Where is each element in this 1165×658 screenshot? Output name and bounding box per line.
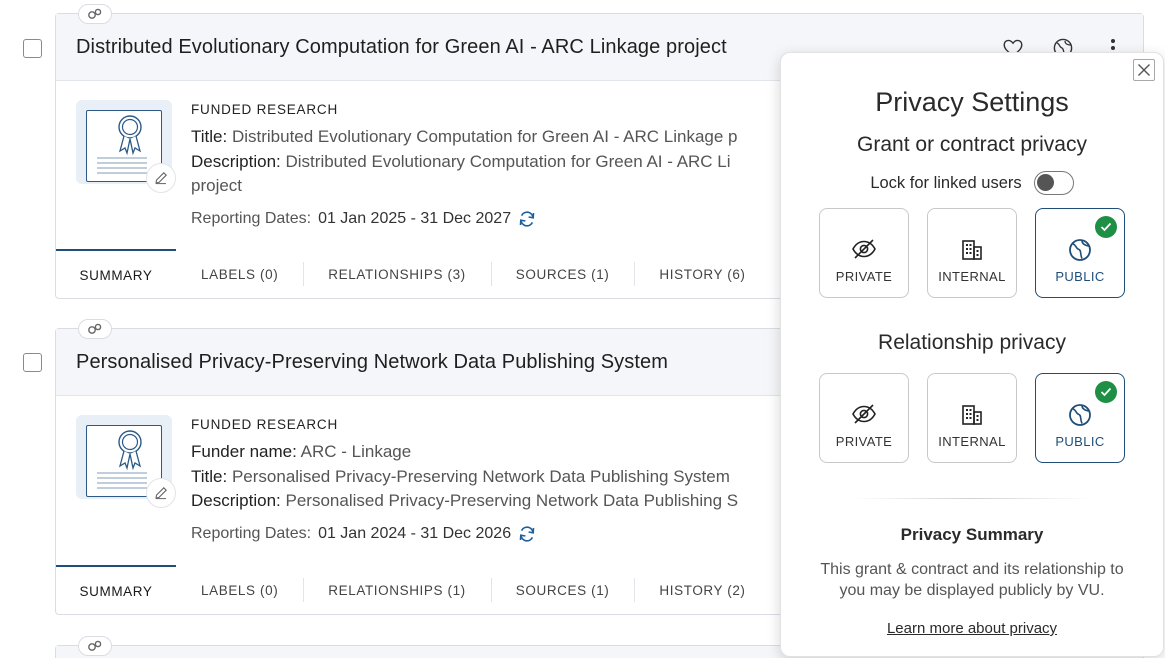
grant-privacy-public-option[interactable]: PUBLIC — [1035, 208, 1125, 298]
tab-labels[interactable]: LABELS (0) — [176, 249, 303, 299]
funded-research-type-icon — [78, 636, 112, 656]
tab-sources[interactable]: SOURCES (1) — [490, 565, 635, 615]
record-kind: FUNDED RESEARCH — [191, 102, 339, 117]
grant-privacy-options: PRIVATE INTERNAL PUBLIC — [819, 208, 1125, 298]
privacy-summary-heading: Privacy Summary — [900, 525, 1044, 544]
record-field-title: Title: Distributed Evolutionary Computat… — [191, 127, 738, 146]
relationship-privacy-internal-option[interactable]: INTERNAL — [927, 373, 1017, 463]
record-field-description: Description: Distributed Evolutionary Co… — [191, 151, 731, 171]
lock-linked-users-row: Lock for linked users — [781, 171, 1163, 195]
checkmark-icon — [1095, 381, 1117, 403]
refresh-icon[interactable] — [518, 525, 536, 543]
grant-privacy-heading: Grant or contract privacy — [857, 133, 1087, 156]
eye-off-icon — [820, 238, 908, 260]
checkmark-icon — [1095, 216, 1117, 238]
section-divider — [851, 498, 1093, 499]
close-icon[interactable] — [1133, 59, 1155, 81]
lock-linked-users-toggle[interactable] — [1033, 171, 1074, 195]
privacy-settings-popover: Privacy Settings Grant or contract priva… — [780, 52, 1164, 657]
edit-pencil-icon[interactable] — [146, 163, 176, 193]
grant-privacy-private-option[interactable]: PRIVATE — [819, 208, 909, 298]
tab-summary[interactable]: SUMMARY — [56, 249, 176, 299]
tab-history[interactable]: HISTORY (6) — [634, 249, 770, 299]
award-ribbon-icon — [118, 430, 142, 471]
record-details: FUNDED RESEARCH Title: Distributed Evolu… — [191, 102, 738, 231]
funded-research-type-icon — [78, 319, 112, 339]
relationship-privacy-public-option[interactable]: PUBLIC — [1035, 373, 1125, 463]
relationship-privacy-private-option[interactable]: PRIVATE — [819, 373, 909, 463]
record-field-description-wrap: project — [191, 176, 243, 195]
tab-labels[interactable]: LABELS (0) — [176, 565, 303, 615]
tab-history[interactable]: HISTORY (2) — [634, 565, 770, 615]
record-details: FUNDED RESEARCH Funder name: ARC - Linka… — [191, 417, 738, 546]
globe-icon — [1036, 403, 1124, 427]
edit-pencil-icon[interactable] — [146, 478, 176, 508]
relationship-privacy-options: PRIVATE INTERNAL PUBLIC — [819, 373, 1125, 463]
grant-privacy-internal-option[interactable]: INTERNAL — [927, 208, 1017, 298]
tab-sources[interactable]: SOURCES (1) — [490, 249, 635, 299]
record-field-title: Title: Personalised Privacy-Preserving N… — [191, 466, 730, 486]
record-select-checkbox[interactable] — [23, 353, 42, 372]
building-icon — [928, 403, 1016, 427]
lock-linked-users-label: Lock for linked users — [870, 173, 1022, 192]
reporting-dates: Reporting Dates: 01 Jan 2025 - 31 Dec 20… — [191, 207, 738, 232]
refresh-icon[interactable] — [518, 210, 536, 228]
record-title[interactable]: Personalised Privacy-Preserving Network … — [76, 351, 668, 374]
tab-relationships[interactable]: RELATIONSHIPS (1) — [303, 565, 490, 615]
eye-off-icon — [820, 403, 908, 425]
globe-icon — [1036, 238, 1124, 262]
record-field-description: Description: Personalised Privacy-Preser… — [191, 491, 739, 510]
popover-title: Privacy Settings — [875, 87, 1069, 117]
record-title[interactable]: Distributed Evolutionary Computation for… — [76, 36, 727, 59]
privacy-summary-text: This grant & contract and its relationsh… — [820, 561, 1124, 599]
record-tabs: SUMMARY LABELS (0) RELATIONSHIPS (1) SOU… — [56, 565, 771, 615]
record-field-funder: Funder name: ARC - Linkage — [191, 442, 412, 461]
tab-summary[interactable]: SUMMARY — [56, 565, 176, 615]
relationship-privacy-heading: Relationship privacy — [878, 331, 1066, 354]
reporting-dates: Reporting Dates: 01 Jan 2024 - 31 Dec 20… — [191, 522, 738, 547]
record-tabs: SUMMARY LABELS (0) RELATIONSHIPS (3) SOU… — [56, 249, 771, 299]
record-select-checkbox[interactable] — [23, 39, 42, 58]
tab-relationships[interactable]: RELATIONSHIPS (3) — [303, 249, 490, 299]
funded-research-type-icon — [78, 4, 112, 24]
building-icon — [928, 238, 1016, 262]
award-ribbon-icon — [118, 115, 142, 156]
record-kind: FUNDED RESEARCH — [191, 417, 339, 432]
learn-more-privacy-link[interactable]: Learn more about privacy — [781, 620, 1163, 637]
